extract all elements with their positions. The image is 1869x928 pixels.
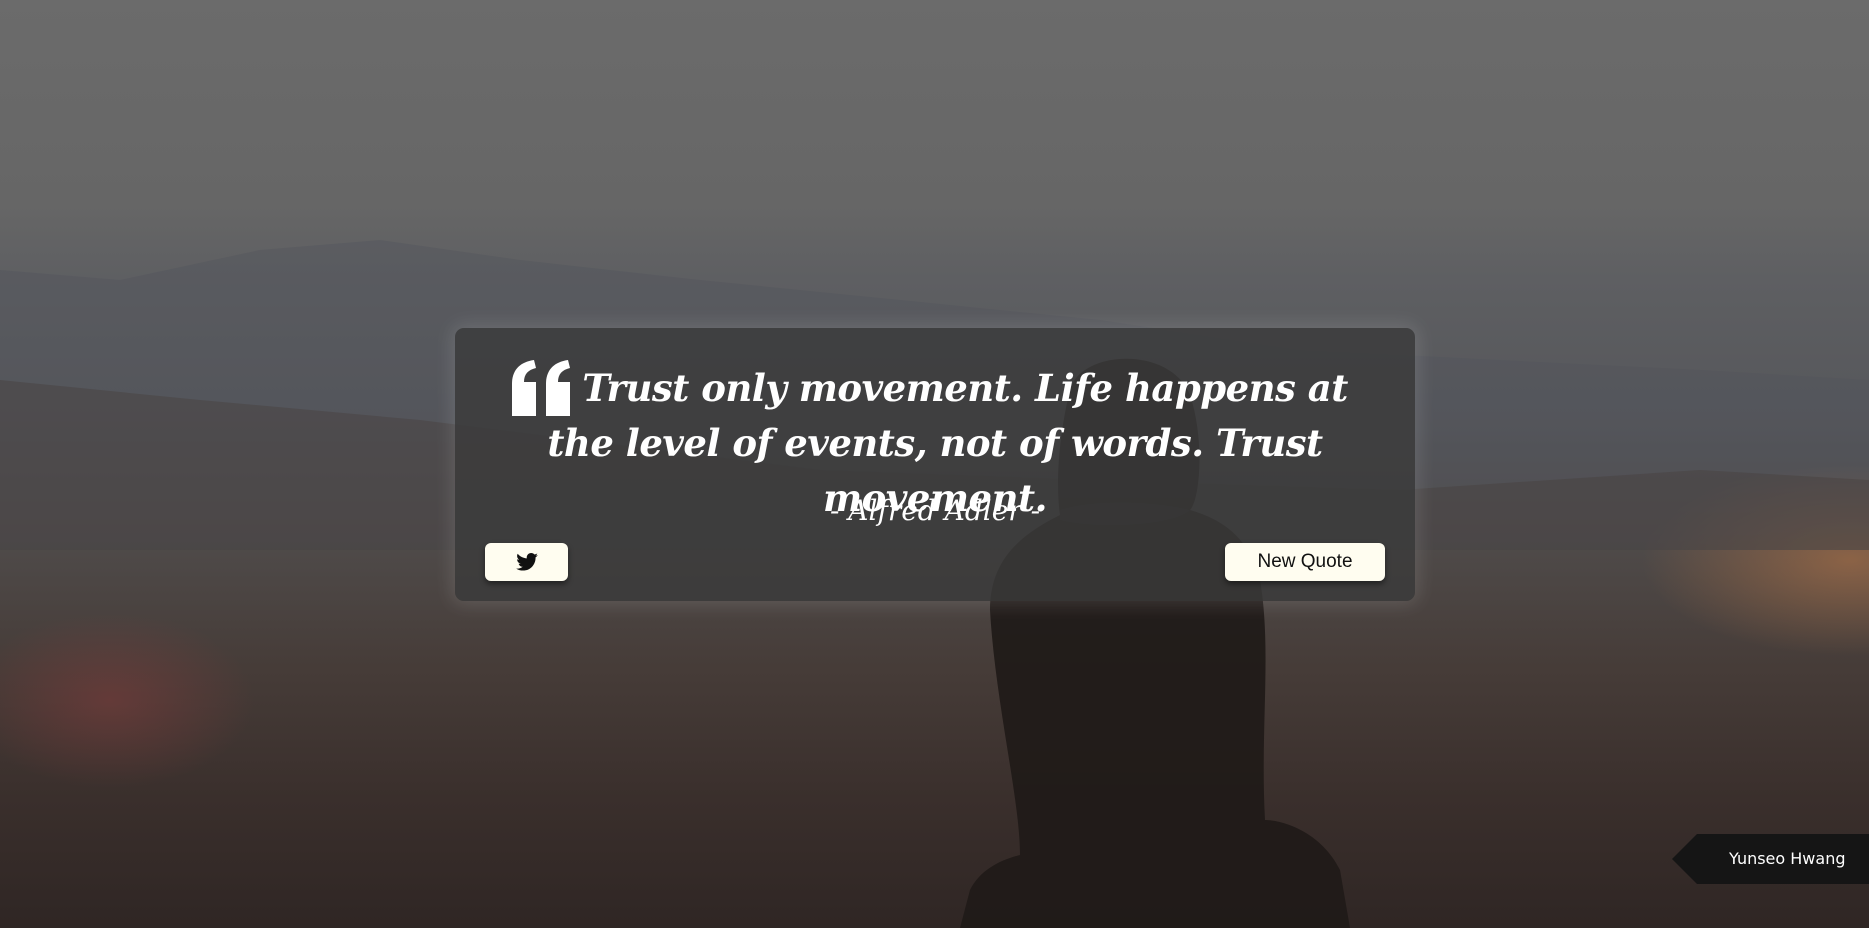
tweet-button[interactable] <box>485 543 568 581</box>
new-quote-button[interactable]: New Quote <box>1225 543 1385 581</box>
quote-card: Trust only movement. Life happens at the… <box>455 328 1415 601</box>
twitter-icon <box>515 553 538 571</box>
quote-author: - Alfred Adler - <box>829 494 1041 527</box>
credit-name: Yunseo Hwang <box>1729 849 1846 868</box>
author-credit-tag[interactable]: Yunseo Hwang <box>1672 834 1869 884</box>
